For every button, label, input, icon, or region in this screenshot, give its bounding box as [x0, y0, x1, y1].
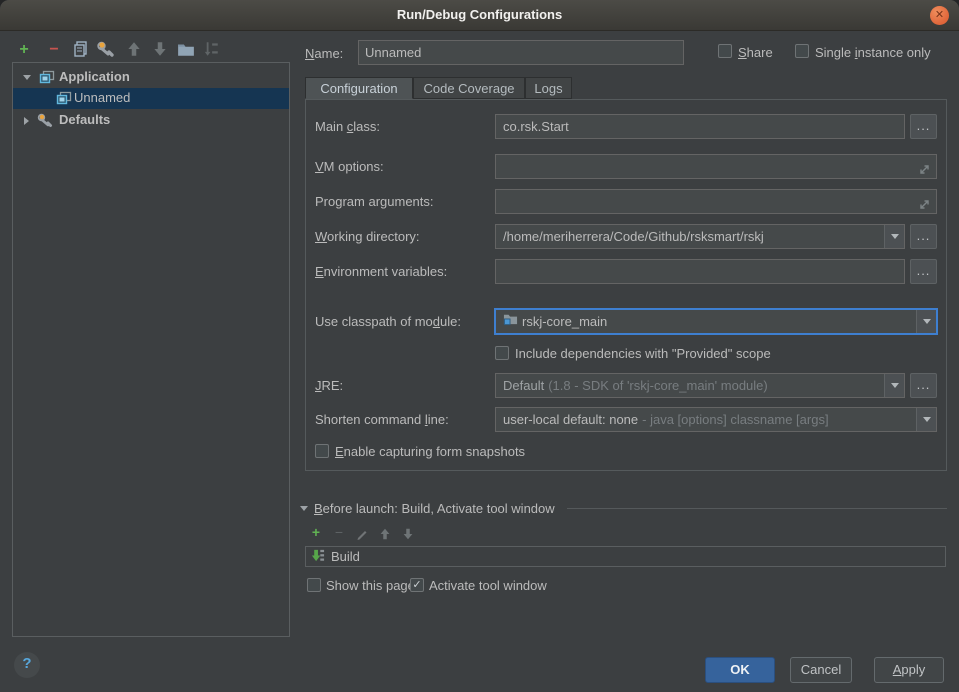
tab-code-coverage[interactable]: Code Coverage [413, 77, 525, 99]
remove-task-button[interactable]: − [331, 525, 347, 541]
edit-task-icon[interactable] [354, 527, 370, 543]
tree-item-application[interactable]: Application [13, 67, 289, 88]
before-launch-header[interactable]: Before launch: Build, Activate tool wind… [300, 501, 947, 516]
activate-tool-window-label: Activate tool window [429, 578, 547, 593]
activate-tool-window-checkbox[interactable]: ✓ [410, 578, 424, 592]
form-snapshots-checkbox[interactable] [315, 444, 329, 458]
application-icon [39, 69, 55, 88]
jre-combo[interactable]: Default (1.8 - SDK of 'rskj-core_main' m… [495, 373, 905, 398]
single-instance-label: Single instance only [815, 45, 931, 60]
working-directory-label: Working directory: [315, 229, 420, 244]
dialog-title: Run/Debug Configurations [0, 0, 959, 30]
tree-item-label: Application [59, 69, 130, 84]
close-icon[interactable]: ✕ [930, 6, 949, 25]
apply-button[interactable]: Apply [874, 657, 944, 683]
environment-variables-input[interactable] [495, 259, 905, 284]
ok-button[interactable]: OK [705, 657, 775, 683]
jre-browse-button[interactable]: ... [910, 373, 937, 398]
tab-logs[interactable]: Logs [525, 77, 572, 99]
program-arguments-label: Program arguments: [315, 194, 434, 209]
main-class-browse-button[interactable]: ... [910, 114, 937, 139]
shorten-command-line-label: Shorten command line: [315, 412, 449, 427]
edit-defaults-icon[interactable] [96, 40, 116, 60]
task-label: Build [331, 549, 360, 564]
form-snapshots-label: Enable capturing form snapshots [335, 444, 525, 459]
chevron-right-icon[interactable] [24, 117, 29, 125]
share-checkbox[interactable] [718, 44, 732, 58]
main-class-input[interactable]: co.rsk.Start [495, 114, 905, 139]
environment-variables-label: Environment variables: [315, 264, 447, 279]
name-label: Name: [305, 46, 343, 61]
shorten-command-line-combo[interactable]: user-local default: none - java [options… [495, 407, 937, 432]
working-directory-browse-button[interactable]: ... [910, 224, 937, 249]
remove-configuration-button[interactable]: − [44, 40, 64, 60]
separator [567, 508, 947, 509]
environment-variables-browse-button[interactable]: ... [910, 259, 937, 284]
help-button[interactable]: ? [14, 652, 40, 678]
add-configuration-button[interactable]: + [14, 40, 34, 60]
jre-label: JRE: [315, 378, 343, 393]
chevron-down-icon[interactable] [916, 310, 936, 333]
chevron-down-icon[interactable] [884, 374, 904, 397]
share-label: Share [738, 45, 773, 60]
program-arguments-input[interactable] [495, 189, 937, 214]
before-launch-task-row[interactable]: Build [305, 546, 946, 567]
show-this-page-checkbox[interactable] [307, 578, 321, 592]
expand-editor-icon[interactable] [918, 160, 931, 179]
chevron-down-icon[interactable] [300, 506, 308, 511]
show-this-page-label: Show this page [326, 578, 415, 593]
use-classpath-combo[interactable]: rskj-core_main [494, 308, 938, 335]
defaults-wrench-icon [37, 112, 53, 131]
tree-item-label: Unnamed [74, 90, 130, 105]
tree-item-unnamed[interactable]: Unnamed [13, 88, 289, 109]
chevron-down-icon[interactable] [916, 408, 936, 431]
include-provided-label: Include dependencies with "Provided" sco… [515, 346, 771, 361]
configurations-tree: Application Unnamed Defaults [12, 62, 290, 637]
use-classpath-label: Use classpath of module: [315, 314, 461, 329]
tab-configuration[interactable]: Configuration [305, 77, 413, 99]
single-instance-checkbox[interactable] [795, 44, 809, 58]
working-directory-combo[interactable]: /home/meriherrera/Code/Github/rsksmart/r… [495, 224, 905, 249]
move-up-icon[interactable] [124, 40, 144, 60]
vm-options-input[interactable] [495, 154, 937, 179]
main-class-label: Main class: [315, 119, 380, 134]
tree-item-label: Defaults [59, 112, 110, 127]
module-icon [503, 310, 518, 333]
application-icon [56, 90, 72, 109]
move-down-icon[interactable] [150, 40, 170, 60]
title-bar: Run/Debug Configurations [0, 0, 959, 31]
move-task-up-icon[interactable] [377, 527, 393, 543]
chevron-down-icon[interactable] [884, 225, 904, 248]
folder-icon[interactable] [176, 40, 196, 60]
vm-options-label: VM options: [315, 159, 384, 174]
run-debug-configurations-dialog: Run/Debug Configurations ✕ + − Applicati… [0, 0, 959, 692]
sort-alphabetically-icon[interactable] [201, 40, 221, 60]
chevron-down-icon[interactable] [23, 75, 31, 80]
copy-configuration-icon[interactable] [71, 40, 91, 60]
expand-editor-icon[interactable] [918, 195, 931, 214]
cancel-button[interactable]: Cancel [790, 657, 852, 683]
check-icon: ✓ [412, 579, 421, 591]
build-icon [310, 548, 325, 566]
move-task-down-icon[interactable] [400, 527, 416, 543]
tree-item-defaults[interactable]: Defaults [13, 110, 289, 131]
include-provided-checkbox[interactable] [495, 346, 509, 360]
add-task-button[interactable]: + [308, 525, 324, 541]
name-input[interactable] [358, 40, 684, 65]
